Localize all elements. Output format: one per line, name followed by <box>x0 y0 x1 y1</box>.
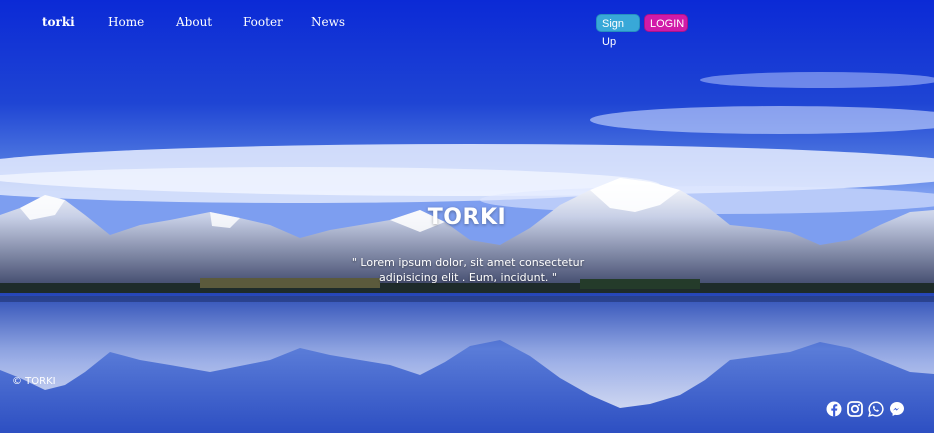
page: torki Home About Footer News Sign Up LOG… <box>0 0 934 433</box>
hero-title: TORKI <box>427 205 507 230</box>
nav-link-about[interactable]: About <box>176 15 212 29</box>
whatsapp-icon[interactable] <box>868 401 884 417</box>
login-button[interactable]: LOGIN <box>644 14 688 32</box>
footer-copyright: © TORKI <box>12 376 56 387</box>
nav-link-home[interactable]: Home <box>108 15 144 29</box>
instagram-icon[interactable] <box>847 401 863 417</box>
hero-subtitle: " Lorem ipsum dolor, sit amet consectetu… <box>351 256 585 284</box>
brand-logo[interactable]: torki <box>42 15 75 29</box>
messenger-icon[interactable] <box>889 401 905 417</box>
nav-link-footer[interactable]: Footer <box>243 15 283 29</box>
facebook-icon[interactable] <box>826 401 842 417</box>
signup-button[interactable]: Sign Up <box>596 14 640 48</box>
nav-link-news[interactable]: News <box>311 15 345 29</box>
top-navigation: torki Home About Footer News Sign Up LOG… <box>0 0 934 48</box>
